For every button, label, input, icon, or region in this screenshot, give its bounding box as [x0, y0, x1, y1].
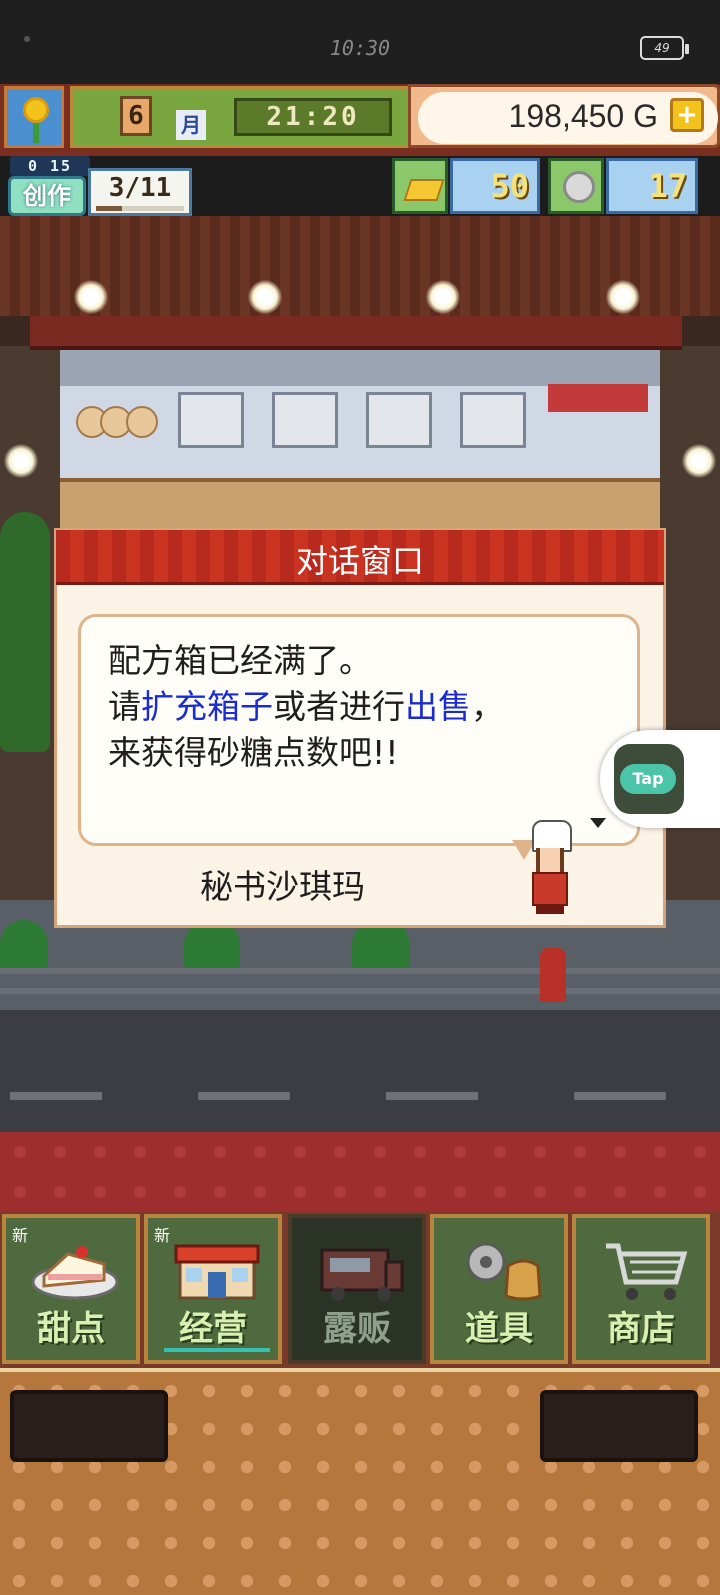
dialog-title: 对话窗口: [295, 542, 424, 580]
gold-bar-shape: [403, 179, 445, 201]
fence-rail: [0, 988, 720, 994]
fence-rail: [0, 968, 720, 974]
tab-label: 道具: [465, 1309, 533, 1349]
tab-store[interactable]: 商店: [572, 1214, 710, 1364]
road-marking: [386, 1092, 478, 1100]
tree-icon: [0, 512, 50, 752]
items-icon: [466, 1242, 542, 1301]
battery-tip: [685, 44, 689, 54]
red-awning: [548, 384, 648, 412]
status-bar: 10:30 49: [0, 0, 720, 84]
tab-management[interactable]: 新 经营: [144, 1214, 282, 1364]
shop-awning: [30, 316, 682, 350]
oven-icon: [460, 392, 526, 448]
lamp-icon: [74, 280, 108, 314]
tab-underline: [164, 1348, 270, 1352]
fire-hydrant-icon: [540, 948, 566, 1002]
battery-icon: 49: [640, 36, 684, 60]
lamp-icon: [606, 280, 640, 314]
add-money-button[interactable]: +: [670, 98, 704, 132]
kitchen-wall: [60, 346, 660, 386]
gold-bar-count: 50: [450, 158, 540, 214]
sell-link[interactable]: 出售: [405, 687, 471, 726]
street-fence: [0, 962, 720, 1002]
food-truck-icon: [320, 1248, 404, 1301]
oven-icon: [178, 392, 244, 448]
expand-box-link[interactable]: 扩充箱子: [141, 687, 273, 726]
tab-label: 经营: [179, 1309, 247, 1349]
new-badge: 新: [12, 1226, 29, 1245]
lamp-icon: [426, 280, 460, 314]
decorative-band: [0, 1132, 720, 1212]
tab-label: 甜点: [37, 1309, 105, 1349]
oven-icon: [366, 392, 432, 448]
tab-items[interactable]: 道具: [430, 1214, 568, 1364]
avatar-face: [536, 848, 564, 872]
shop-counter: [60, 478, 660, 530]
game-clock: 21:20: [234, 98, 392, 136]
cake-icon: [31, 1246, 119, 1300]
sunflower-stem: [33, 123, 39, 143]
tab-label: 露贩: [323, 1309, 391, 1349]
lamp-icon: [248, 280, 282, 314]
speaker-name: 秘书沙琪玛: [200, 867, 365, 906]
tab-food-stall[interactable]: 露贩: [288, 1214, 426, 1364]
silver-coin-count: 17: [606, 158, 698, 214]
dialog-line-2: 请扩充箱子或者进行出售，: [108, 680, 504, 728]
create-timer: 0 15: [10, 156, 90, 176]
bread-icon: [126, 406, 158, 438]
shop-icon: [174, 1244, 260, 1300]
dialog-line-1: 配方箱已经满了。: [108, 641, 372, 680]
cart-icon: [606, 1243, 688, 1300]
month-unit: 月: [176, 110, 206, 140]
dialog-text: 或者进行: [273, 687, 405, 726]
silver-coin-shape: [563, 171, 595, 203]
month-number: 6: [120, 96, 152, 136]
sunflower-head: [23, 97, 49, 123]
avatar-legs: [536, 906, 564, 914]
dialog-text: 请: [108, 687, 141, 726]
left-slot[interactable]: [10, 1390, 168, 1462]
tab-label: 商店: [607, 1309, 675, 1349]
money-amount: 198,450 G: [508, 98, 658, 134]
sunflower-season-icon[interactable]: [4, 86, 64, 148]
create-progress-fill: [96, 206, 122, 211]
secretary-avatar: [522, 820, 578, 916]
right-slot[interactable]: [540, 1390, 698, 1462]
avatar-apron: [532, 872, 568, 906]
road-marking: [198, 1092, 290, 1100]
road-marking: [574, 1092, 666, 1100]
wall-lamp-icon: [682, 444, 716, 478]
gold-bar-icon: [392, 158, 448, 214]
wall-lamp-icon: [4, 444, 38, 478]
tap-label[interactable]: Tap: [620, 764, 676, 794]
status-time: 10:30: [329, 36, 391, 60]
dialog-line-3: 来获得砂糖点数吧!!: [108, 733, 399, 772]
road-marking: [10, 1092, 102, 1100]
next-arrow-icon: [590, 818, 606, 828]
oven-icon: [272, 392, 338, 448]
dialog-text: ，: [471, 687, 504, 726]
tab-desserts[interactable]: 新 甜点: [2, 1214, 140, 1364]
new-badge: 新: [154, 1226, 171, 1245]
road: [0, 1010, 720, 1132]
silver-coin-icon: [548, 158, 604, 214]
create-button[interactable]: 创作: [8, 176, 86, 216]
